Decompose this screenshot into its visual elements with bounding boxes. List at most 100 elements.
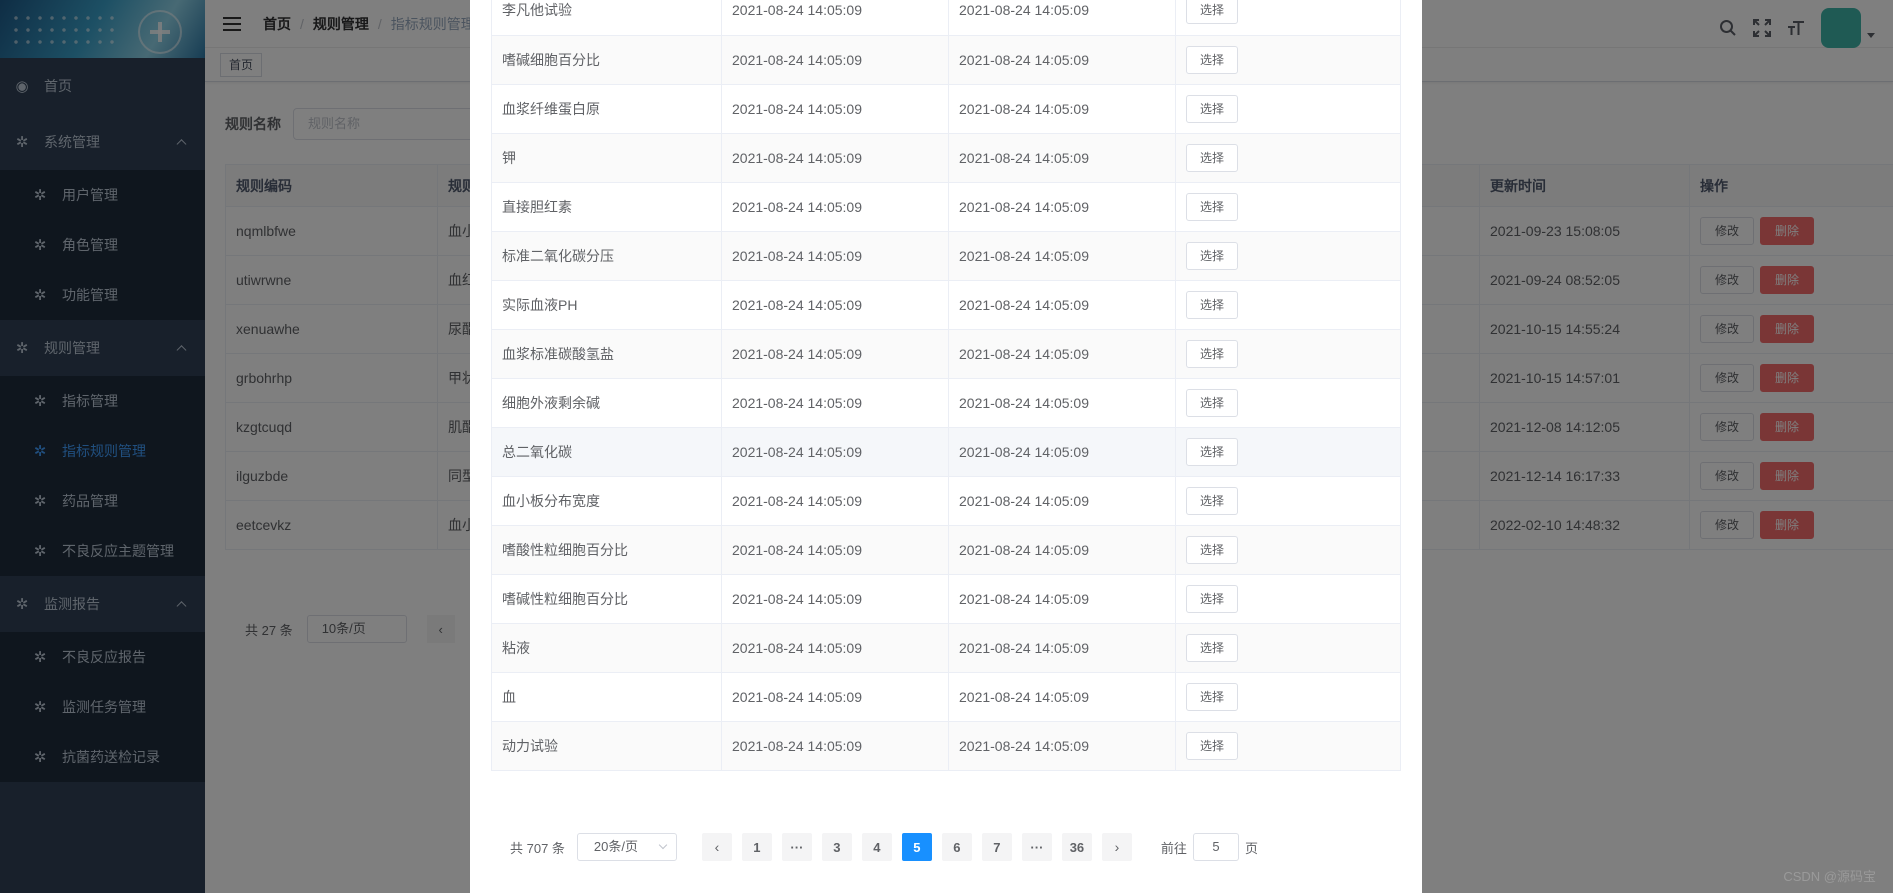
select-button[interactable]: 选择 (1186, 339, 1239, 368)
page-number-list: 1 ··· 3 4 5 6 7 ··· 36 (737, 833, 1097, 861)
table-cell-name: 嗜碱细胞百分比 (491, 35, 722, 85)
select-button[interactable]: 选择 (1186, 241, 1239, 270)
chevron-down-icon (658, 840, 668, 850)
table-cell-t1: 2021-08-24 14:05:09 (721, 427, 949, 477)
table-cell-actions: 选择 (1175, 427, 1401, 477)
table-row: 总二氧化碳 2021-08-24 14:05:09 2021-08-24 14:05… (491, 427, 1401, 477)
page-number-button[interactable]: 3 (821, 833, 852, 861)
table-cell-t2: 2021-08-24 14:05:09 (948, 329, 1176, 379)
page-ellipsis[interactable]: ··· (1021, 833, 1052, 861)
select-button[interactable]: 选择 (1186, 437, 1239, 466)
table-cell-actions: 选择 (1175, 721, 1401, 771)
table-row: 细胞外液剩余碱 2021-08-24 14:05:09 2021-08-24 14:… (491, 378, 1401, 428)
table-cell-t1: 2021-08-24 14:05:09 (721, 623, 949, 673)
table-cell-t1: 2021-08-24 14:05:09 (721, 378, 949, 428)
select-button[interactable]: 选择 (1186, 682, 1239, 711)
table-cell-actions: 选择 (1175, 231, 1401, 281)
table-cell-actions: 选择 (1175, 280, 1401, 330)
jump-page-input[interactable]: 5 (1192, 833, 1239, 861)
table-cell-actions: 选择 (1175, 35, 1401, 85)
table-cell-name: 实际血液PH (491, 280, 722, 330)
indicator-table: 李凡他试验 2021-08-24 14:05:09 2021-08-24 14:05… (491, 0, 1401, 771)
page-number-button[interactable]: 1 (741, 833, 772, 861)
prev-page-button[interactable]: ‹ (701, 833, 732, 861)
table-cell-name: 标准二氧化碳分压 (491, 231, 722, 281)
table-cell-t2: 2021-08-24 14:05:09 (948, 0, 1176, 36)
select-button[interactable]: 选择 (1186, 486, 1239, 515)
table-cell-t1: 2021-08-24 14:05:09 (721, 182, 949, 232)
jump-prefix: 前往 (1160, 840, 1187, 856)
table-cell-name: 血浆纤维蛋白原 (491, 84, 722, 134)
table-cell-name: 总二氧化碳 (491, 427, 722, 477)
page-number-button[interactable]: 5 (901, 833, 932, 861)
select-button[interactable]: 选择 (1186, 535, 1239, 564)
page-size-select[interactable]: 20条/页 (576, 833, 677, 861)
page-number-button[interactable]: 36 (1061, 833, 1092, 861)
table-cell-name: 直接胆红素 (491, 182, 722, 232)
table-cell-name: 嗜酸性粒细胞百分比 (491, 525, 722, 575)
select-button[interactable]: 选择 (1186, 45, 1239, 74)
watermark: CSDN @源码宝 (1783, 869, 1876, 884)
page-jumper: 前往 5 页 (1161, 833, 1258, 861)
table-row: 李凡他试验 2021-08-24 14:05:09 2021-08-24 14:05… (491, 0, 1401, 36)
table-row: 动力试验 2021-08-24 14:05:09 2021-08-24 14:05:… (491, 721, 1401, 771)
table-cell-name: 粘液 (491, 623, 722, 673)
table-row: 标准二氧化碳分压 2021-08-24 14:05:09 2021-08-24 14… (491, 231, 1401, 281)
table-cell-t1: 2021-08-24 14:05:09 (721, 133, 949, 183)
table-cell-actions: 选择 (1175, 623, 1401, 673)
table-cell-t2: 2021-08-24 14:05:09 (948, 672, 1176, 722)
table-cell-actions: 选择 (1175, 672, 1401, 722)
table-row: 血浆标准碳酸氢盐 2021-08-24 14:05:09 2021-08-24 14… (491, 329, 1401, 379)
select-button[interactable]: 选择 (1186, 94, 1239, 123)
table-cell-t1: 2021-08-24 14:05:09 (721, 84, 949, 134)
table-row: 粘液 2021-08-24 14:05:09 2021-08-24 14:05:09… (491, 623, 1401, 673)
table-cell-actions: 选择 (1175, 476, 1401, 526)
table-cell-t2: 2021-08-24 14:05:09 (948, 721, 1176, 771)
table-cell-name: 血 (491, 672, 722, 722)
table-cell-name: 细胞外液剩余碱 (491, 378, 722, 428)
table-cell-name: 血小板分布宽度 (491, 476, 722, 526)
table-cell-actions: 选择 (1175, 574, 1401, 624)
select-button[interactable]: 选择 (1186, 388, 1239, 417)
table-cell-t2: 2021-08-24 14:05:09 (948, 623, 1176, 673)
table-cell-t1: 2021-08-24 14:05:09 (721, 721, 949, 771)
table-cell-t1: 2021-08-24 14:05:09 (721, 329, 949, 379)
page-number-button[interactable]: 4 (861, 833, 892, 861)
table-row: 直接胆红素 2021-08-24 14:05:09 2021-08-24 14:05… (491, 182, 1401, 232)
table-cell-name: 动力试验 (491, 721, 722, 771)
indicator-table-body: 李凡他试验 2021-08-24 14:05:09 2021-08-24 14:05… (491, 0, 1401, 771)
table-cell-t2: 2021-08-24 14:05:09 (948, 35, 1176, 85)
table-cell-t2: 2021-08-24 14:05:09 (948, 525, 1176, 575)
next-page-button[interactable]: › (1101, 833, 1132, 861)
table-cell-name: 李凡他试验 (491, 0, 722, 36)
table-cell-t1: 2021-08-24 14:05:09 (721, 231, 949, 281)
table-cell-t2: 2021-08-24 14:05:09 (948, 133, 1176, 183)
page-number-button[interactable]: 7 (981, 833, 1012, 861)
table-row: 嗜酸性粒细胞百分比 2021-08-24 14:05:09 2021-08-24 1… (491, 525, 1401, 575)
select-button[interactable]: 选择 (1186, 731, 1239, 760)
table-cell-actions: 选择 (1175, 525, 1401, 575)
select-indicator-dialog: 李凡他试验 2021-08-24 14:05:09 2021-08-24 14:05… (470, 0, 1422, 893)
table-cell-actions: 选择 (1175, 0, 1401, 36)
table-row: 血浆纤维蛋白原 2021-08-24 14:05:09 2021-08-24 14:… (491, 84, 1401, 134)
table-cell-t1: 2021-08-24 14:05:09 (721, 672, 949, 722)
jump-suffix: 页 (1244, 840, 1258, 856)
table-cell-t2: 2021-08-24 14:05:09 (948, 378, 1176, 428)
table-cell-t2: 2021-08-24 14:05:09 (948, 182, 1176, 232)
table-row: 嗜碱细胞百分比 2021-08-24 14:05:09 2021-08-24 14:… (491, 35, 1401, 85)
select-button[interactable]: 选择 (1186, 143, 1239, 172)
table-cell-actions: 选择 (1175, 182, 1401, 232)
page-ellipsis[interactable]: ··· (781, 833, 812, 861)
select-button[interactable]: 选择 (1186, 290, 1239, 319)
table-cell-t1: 2021-08-24 14:05:09 (721, 525, 949, 575)
select-button[interactable]: 选择 (1186, 0, 1239, 25)
table-cell-actions: 选择 (1175, 378, 1401, 428)
page-number-button[interactable]: 6 (941, 833, 972, 861)
select-button[interactable]: 选择 (1186, 584, 1239, 613)
pagination-total: 共 707 条 (510, 840, 565, 856)
select-button[interactable]: 选择 (1186, 192, 1239, 221)
table-cell-name: 血浆标准碳酸氢盐 (491, 329, 722, 379)
table-cell-t2: 2021-08-24 14:05:09 (948, 231, 1176, 281)
select-button[interactable]: 选择 (1186, 633, 1239, 662)
table-cell-t2: 2021-08-24 14:05:09 (948, 574, 1176, 624)
